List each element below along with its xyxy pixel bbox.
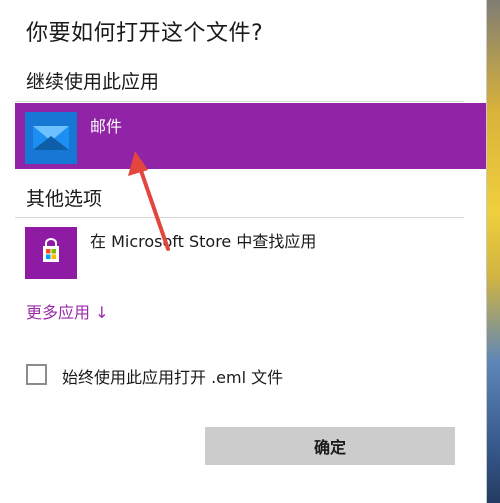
more-apps-link[interactable]: 更多应用 ↓ (26, 299, 109, 323)
microsoft-store-icon (43, 238, 59, 262)
store-app-tile (25, 227, 77, 279)
app-item-store[interactable]: 在 Microsoft Store 中查找应用 (15, 218, 486, 284)
red-annotation-arrow (128, 151, 170, 251)
other-options-section-title: 其他选项 (26, 188, 103, 210)
open-with-dialog: 你要如何打开这个文件? 继续使用此应用 邮件 其他选项 在 Microsoft (0, 0, 487, 503)
mail-app-tile (25, 112, 77, 164)
divider (15, 101, 464, 102)
background-wallpaper-strip (486, 0, 500, 503)
app-item-mail[interactable]: 邮件 (15, 103, 486, 169)
app-label-mail: 邮件 (90, 117, 123, 136)
always-use-checkbox[interactable] (26, 364, 47, 385)
continue-using-section-title: 继续使用此应用 (26, 71, 160, 93)
mail-icon (33, 126, 69, 150)
always-use-checkbox-label: 始终使用此应用打开 .eml 文件 (62, 368, 284, 387)
dialog-title: 你要如何打开这个文件? (26, 21, 264, 46)
ok-button[interactable]: 确定 (205, 427, 455, 465)
